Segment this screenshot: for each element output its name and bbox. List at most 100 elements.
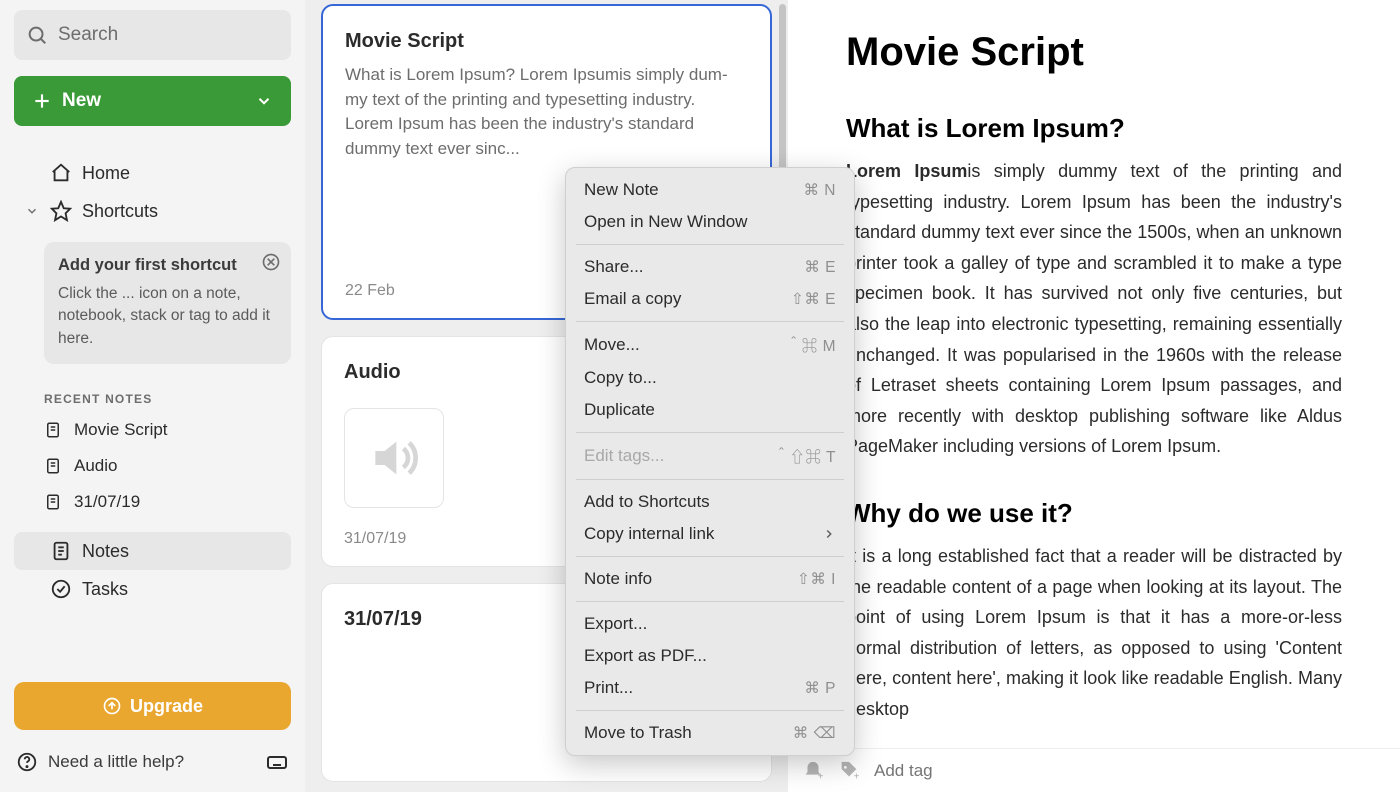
tasks-icon (50, 578, 72, 600)
context-menu-shortcut: ⌘ P (804, 679, 836, 698)
context-menu-label: New Note (584, 180, 659, 200)
nav-tasks-label: Tasks (82, 579, 128, 600)
help-row: Need a little help? (14, 746, 291, 778)
help-icon (16, 751, 38, 773)
new-button-label: New (62, 90, 101, 112)
scrollbar-thumb[interactable] (779, 4, 786, 184)
context-menu-item: Edit tags... ＾⇧⌘ T (566, 439, 854, 473)
tag-icon[interactable]: + (838, 760, 860, 782)
note-icon (44, 457, 62, 475)
context-menu-separator (576, 710, 844, 711)
editor-title[interactable]: Movie Script (846, 30, 1342, 75)
context-menu-shortcut: ＾⌘ M (786, 334, 836, 356)
keyboard-icon[interactable] (265, 750, 289, 774)
context-menu-item[interactable]: Email a copy ⇧⌘ E (566, 283, 854, 315)
context-menu-separator (576, 479, 844, 480)
context-menu-item[interactable]: Move... ＾⌘ M (566, 328, 854, 362)
plus-icon (32, 91, 52, 111)
new-button[interactable]: New (14, 76, 291, 126)
context-menu-separator (576, 601, 844, 602)
reminder-icon[interactable]: + (802, 760, 824, 782)
context-menu-label: Export... (584, 614, 647, 634)
recent-section-label: RECENT NOTES (44, 392, 291, 406)
context-menu-label: Add to Shortcuts (584, 492, 710, 512)
recent-note-1[interactable]: Audio (14, 448, 291, 484)
speaker-icon (366, 430, 422, 486)
search-input[interactable]: Search (14, 10, 291, 60)
help-label: Need a little help? (48, 752, 184, 772)
context-menu-item[interactable]: Share... ⌘ E (566, 251, 854, 283)
tag-bar: + + (788, 748, 1400, 792)
context-menu-separator (576, 321, 844, 322)
close-icon[interactable] (261, 252, 281, 272)
notes-icon (50, 540, 72, 562)
recent-note-label: Movie Script (74, 420, 168, 440)
note-preview: What is Lorem Ipsum? Lorem Ipsumis simpl… (345, 63, 748, 162)
note-title: Movie Script (345, 30, 748, 53)
context-menu-label: Email a copy (584, 289, 681, 309)
tag-input[interactable] (874, 761, 1386, 781)
context-menu-label: Move... (584, 335, 640, 355)
context-menu-item[interactable]: Copy to... (566, 362, 854, 394)
note-icon (44, 421, 62, 439)
editor-paragraph-2[interactable]: It is a long established fact that a rea… (846, 541, 1342, 725)
shortcut-tip: Add your first shortcut Click the ... ic… (44, 242, 291, 364)
context-menu-label: Print... (584, 678, 633, 698)
nav-home[interactable]: Home (14, 154, 291, 192)
context-menu-item[interactable]: Move to Trash ⌘ ⌫ (566, 717, 854, 749)
editor-heading-1[interactable]: What is Lorem Ipsum? (846, 113, 1342, 144)
context-menu-shortcut: ⌘ E (804, 258, 836, 277)
recent-note-label: Audio (74, 456, 117, 476)
recent-note-2[interactable]: 31/07/19 (14, 484, 291, 520)
context-menu-label: Move to Trash (584, 723, 692, 743)
context-menu-shortcut: ⇧⌘ E (791, 290, 836, 309)
context-menu-label: Share... (584, 257, 644, 277)
editor-heading-2[interactable]: Why do we use it? (846, 498, 1342, 529)
audio-thumbnail (344, 408, 444, 508)
shortcut-tip-body: Click the ... icon on a note, notebook, … (58, 283, 277, 350)
help-link[interactable]: Need a little help? (16, 751, 184, 773)
nav-shortcuts[interactable]: Shortcuts (14, 192, 291, 230)
nav-shortcuts-label: Shortcuts (82, 201, 158, 222)
chevron-down-icon[interactable] (24, 204, 40, 218)
context-menu-item[interactable]: Copy internal link (566, 518, 854, 550)
context-menu-shortcut: ＾⇧⌘ T (774, 445, 837, 467)
context-menu-item[interactable]: New Note ⌘ N (566, 174, 854, 206)
upgrade-button[interactable]: Upgrade (14, 682, 291, 730)
context-menu-separator (576, 432, 844, 433)
context-menu: New Note ⌘ N Open in New Window Share... ⌘ E… (565, 167, 855, 756)
svg-text:+: + (854, 771, 860, 782)
chevron-down-icon[interactable] (255, 92, 273, 110)
context-menu-shortcut: ⌘ ⌫ (793, 724, 836, 743)
star-icon (50, 200, 72, 222)
context-menu-label: Edit tags... (584, 446, 664, 466)
editor-strong: Lorem Ipsum (846, 161, 967, 181)
search-placeholder: Search (58, 24, 118, 46)
context-menu-separator (576, 244, 844, 245)
context-menu-label: Duplicate (584, 400, 655, 420)
context-menu-item[interactable]: Open in New Window (566, 206, 854, 238)
recent-note-0[interactable]: Movie Script (14, 412, 291, 448)
note-icon (44, 493, 62, 511)
editor-paragraph-1[interactable]: Lorem Ipsumis simply dummy text of the p… (846, 156, 1342, 462)
context-menu-item[interactable]: Duplicate (566, 394, 854, 426)
context-menu-item[interactable]: Export... (566, 608, 854, 640)
editor-text: is simply dummy text of the printing and… (846, 161, 1342, 456)
context-menu-item[interactable]: Print... ⌘ P (566, 672, 854, 704)
context-menu-item[interactable]: Add to Shortcuts (566, 486, 854, 518)
sidebar: Search New Home Shortcuts (0, 0, 305, 792)
nav-tasks[interactable]: Tasks (14, 570, 291, 608)
upgrade-icon (102, 696, 122, 716)
context-menu-shortcut: ⌘ N (804, 181, 837, 200)
shortcut-tip-title: Add your first shortcut (58, 256, 277, 275)
context-menu-shortcut: ⇧⌘ I (797, 570, 836, 589)
nav-notes[interactable]: Notes (14, 532, 291, 570)
search-icon (26, 24, 48, 46)
home-icon (50, 162, 72, 184)
context-menu-item[interactable]: Export as PDF... (566, 640, 854, 672)
nav-home-label: Home (82, 163, 130, 184)
context-menu-item[interactable]: Note info⇧⌘ I (566, 563, 854, 595)
context-menu-label: Export as PDF... (584, 646, 707, 666)
context-menu-label: Copy internal link (584, 524, 714, 544)
context-menu-separator (576, 556, 844, 557)
